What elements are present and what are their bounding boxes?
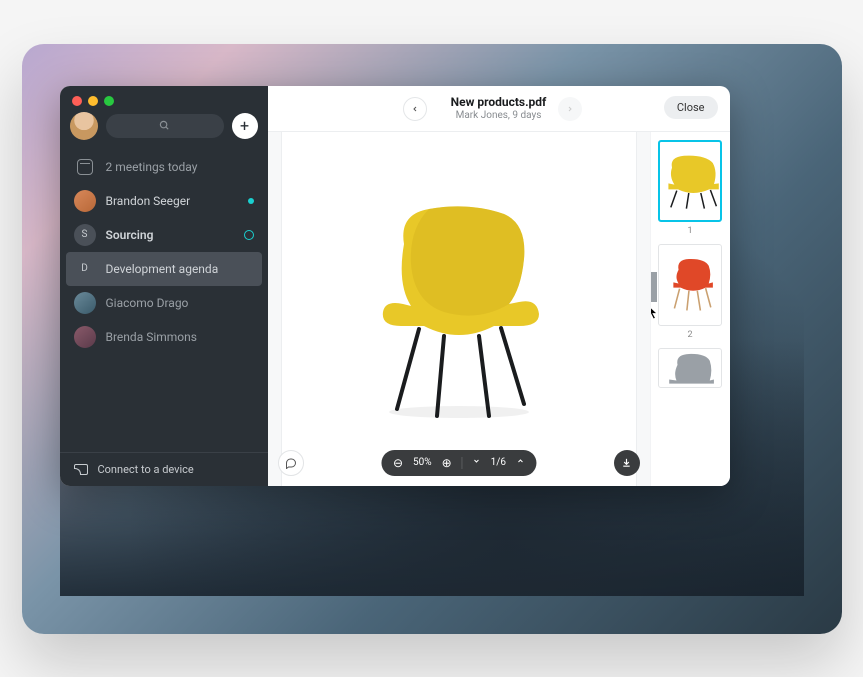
thumbnail-3[interactable] [658, 348, 722, 388]
mention-ring-icon [244, 230, 254, 240]
plus-icon: + [240, 116, 249, 135]
unread-dot-icon [248, 198, 254, 204]
chevron-up-icon [516, 457, 524, 465]
avatar[interactable] [70, 112, 98, 140]
download-icon [621, 457, 632, 468]
document-subtitle: Mark Jones, 9 days [451, 110, 547, 121]
search-input[interactable] [106, 114, 224, 138]
page-up-button[interactable] [516, 457, 524, 468]
document-preview[interactable]: ⊖ 50% ⊕ 1/6 [268, 132, 650, 486]
window-controls [60, 86, 268, 112]
chair-thumb-icon [664, 254, 716, 316]
sidebar-item-development-agenda[interactable]: D Development agenda [66, 252, 262, 286]
thumbnail-1[interactable] [658, 140, 722, 222]
cursor-icon [650, 304, 659, 320]
sidebar-item-brandon[interactable]: Brandon Seeger [60, 184, 268, 218]
sidebar-item-label: Development agenda [106, 262, 254, 276]
zoom-out-button[interactable]: ⊖ [393, 456, 403, 470]
sidebar-item-label: Giacomo Drago [106, 296, 254, 310]
thumbnail-label: 2 [687, 330, 692, 340]
page-down-button[interactable] [473, 457, 481, 468]
zoom-level: 50% [413, 457, 432, 468]
thumbnail-label: 1 [687, 226, 692, 236]
chevron-down-icon [473, 457, 481, 465]
comment-button[interactable] [278, 450, 304, 476]
chevron-right-icon [566, 105, 574, 113]
close-button[interactable]: Close [664, 96, 718, 119]
chevron-left-icon [411, 105, 419, 113]
channel-initial-icon: D [74, 258, 96, 280]
cast-icon [74, 464, 88, 475]
collapse-thumbnails-button[interactable] [650, 272, 657, 302]
document-title: New products.pdf [451, 95, 547, 109]
prev-file-button[interactable] [403, 97, 427, 121]
close-window-icon[interactable] [72, 96, 82, 106]
minimize-window-icon[interactable] [88, 96, 98, 106]
search-icon [159, 120, 170, 131]
sidebar-item-sourcing[interactable]: S Sourcing [60, 218, 268, 252]
next-page-edge [636, 132, 650, 486]
avatar-icon [74, 292, 96, 314]
sidebar-item-brenda[interactable]: Brenda Simmons [60, 320, 268, 354]
thumbnail-2[interactable] [658, 244, 722, 326]
main-pane: New products.pdf Mark Jones, 9 days Clos… [268, 86, 730, 486]
document-header: New products.pdf Mark Jones, 9 days Clos… [268, 86, 730, 132]
connect-label: Connect to a device [98, 463, 194, 476]
download-button[interactable] [614, 450, 640, 476]
sidebar-item-giacomo[interactable]: Giacomo Drago [60, 286, 268, 320]
chevron-right-icon [650, 283, 652, 291]
sidebar-meetings[interactable]: 2 meetings today [60, 150, 268, 184]
channel-initial-icon: S [74, 224, 96, 246]
sidebar-item-label: Brenda Simmons [106, 330, 254, 344]
tablet-frame: + 2 meetings today Brandon Seeger S Sour… [22, 44, 842, 634]
sidebar: + 2 meetings today Brandon Seeger S Sour… [60, 86, 268, 486]
page-indicator: 1/6 [491, 457, 506, 468]
prev-page-edge [268, 132, 282, 486]
maximize-window-icon[interactable] [104, 96, 114, 106]
app-window: + 2 meetings today Brandon Seeger S Sour… [60, 86, 730, 486]
avatar-icon [74, 190, 96, 212]
meetings-label: 2 meetings today [106, 160, 254, 174]
avatar-icon [74, 326, 96, 348]
chair-image [359, 194, 559, 424]
add-button[interactable]: + [232, 113, 258, 139]
chair-thumb-icon [664, 348, 716, 388]
viewer-controls: ⊖ 50% ⊕ 1/6 [381, 450, 536, 476]
comment-icon [285, 457, 297, 469]
next-file-button[interactable] [558, 97, 582, 121]
thumbnail-rail: 1 2 [650, 132, 730, 486]
connect-device-button[interactable]: Connect to a device [60, 452, 268, 486]
zoom-in-button[interactable]: ⊕ [442, 456, 452, 470]
calendar-icon [77, 159, 93, 175]
sidebar-item-label: Brandon Seeger [106, 194, 238, 208]
sidebar-item-label: Sourcing [106, 228, 234, 242]
chair-thumb-icon [660, 140, 720, 222]
